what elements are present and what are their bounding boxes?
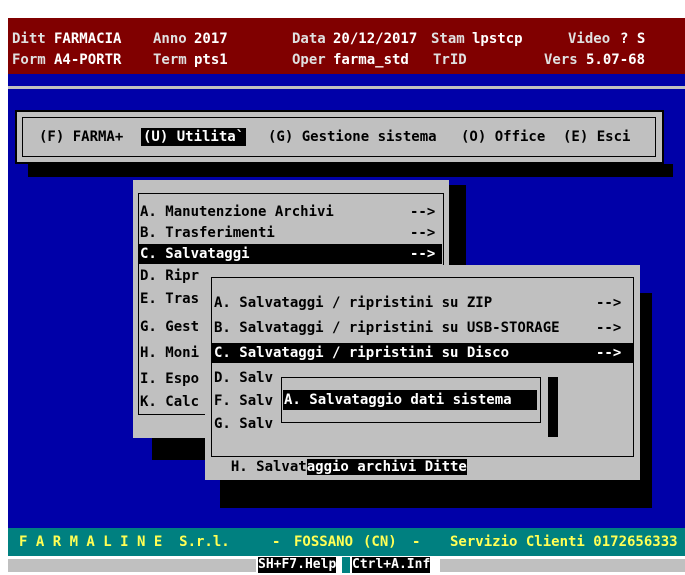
- term-value: pts1: [194, 52, 228, 68]
- submenu-shadow: [548, 377, 558, 437]
- menu-item-salvataggio-ditte[interactable]: H. Salvataggio archivi Ditte: [214, 440, 467, 476]
- submenu-arrow: -->: [596, 320, 622, 336]
- menubar-shadow: [28, 164, 673, 177]
- submenu-shadow: [152, 438, 212, 460]
- oper-value: farma_std: [333, 52, 409, 68]
- video-label: Video: [568, 31, 611, 47]
- menu-item-trasferimenti[interactable]: B. Trasferimenti: [140, 224, 275, 242]
- status-footer: F A R M A L I N E S.r.l. - FOSSANO (CN) …: [8, 528, 685, 556]
- menu-gestione-sistema[interactable]: (G) Gestione sistema: [268, 128, 437, 146]
- menu-item-salvataggi[interactable]: C. Salvataggi -->: [139, 244, 442, 264]
- footer-separator: -: [272, 534, 281, 550]
- menu-item-label-tail: aggio archivi Ditte: [306, 459, 467, 475]
- menu-farma[interactable]: (F) FARMA+: [39, 128, 123, 146]
- info-key[interactable]: Ctrl+A.Inf: [352, 557, 431, 573]
- form-value: A4-PORTR: [54, 52, 122, 68]
- data-label: Data: [292, 31, 326, 47]
- video-value: ? S: [620, 31, 646, 47]
- menu-item-manutenzione[interactable]: A. Manutenzione Archivi: [140, 203, 334, 221]
- trid-label: TrID: [433, 52, 467, 68]
- divider: [8, 86, 685, 89]
- footer-city: FOSSANO: [294, 534, 354, 550]
- help-bar-filler: [440, 559, 685, 572]
- submenu-arrow: -->: [596, 295, 622, 311]
- menu-item-label: C. Salvataggi: [140, 246, 250, 262]
- submenu-arrow: -->: [596, 345, 622, 361]
- term-label: Term: [153, 52, 187, 68]
- menu-item-label: C. Salvataggi / ripristini su Disco: [214, 345, 510, 361]
- help-bar-filler: [8, 559, 256, 572]
- menu-item-label: A. Salvataggio dati sistema: [284, 392, 512, 408]
- ditt-value: FARMACIA: [54, 31, 122, 47]
- menu-item-zip[interactable]: A. Salvataggi / ripristini su ZIP: [214, 294, 492, 312]
- stam-label: Stam: [431, 31, 465, 47]
- submenu-arrow: -->: [410, 204, 436, 220]
- main-menu-frame: (F) FARMA+ (U) Utilita` (G) Gestione sis…: [22, 117, 656, 157]
- menu-utilita[interactable]: (U) Utilita`: [141, 128, 247, 146]
- oper-label: Oper: [292, 52, 326, 68]
- submenu-arrow: -->: [410, 225, 436, 241]
- submenu-arrow: -->: [410, 246, 436, 262]
- menu-esci[interactable]: (E) Esci: [563, 128, 630, 146]
- anno-label: Anno: [153, 31, 187, 47]
- status-header: Ditt FARMACIA Anno 2017 Data 20/12/2017 …: [8, 18, 685, 74]
- menu-item-salvataggio-dati-sistema[interactable]: A. Salvataggio dati sistema: [283, 390, 537, 410]
- vers-value: 5.07-68: [586, 52, 646, 68]
- menu-item-ripristini[interactable]: D. Ripr: [140, 267, 199, 285]
- help-key[interactable]: SH+F7.Help: [258, 557, 337, 573]
- menu-item-salv-g[interactable]: G. Salv: [214, 415, 273, 433]
- menu-item-disco[interactable]: C. Salvataggi / ripristini su Disco -->: [212, 343, 633, 363]
- stam-value: lpstcp: [472, 31, 523, 47]
- anno-value: 2017: [194, 31, 228, 47]
- footer-province: (CN): [363, 534, 397, 550]
- ditt-label: Ditt: [12, 31, 46, 47]
- submenu-shadow: [449, 185, 466, 265]
- submenu-shadow: [640, 293, 652, 507]
- menu-office[interactable]: (O) Office: [461, 128, 545, 146]
- submenu-shadow: [220, 480, 652, 508]
- footer-separator: -: [412, 534, 421, 550]
- menu-item-trasmissioni[interactable]: E. Tras: [140, 290, 199, 308]
- menu-item-gestione[interactable]: G. Gest: [140, 318, 199, 336]
- company-name: F A R M A L I N E S.r.l.: [19, 534, 230, 550]
- menu-item-label: H. Salvat: [230, 459, 307, 475]
- menu-item-salv-f[interactable]: F. Salv: [214, 392, 273, 410]
- menu-item-usb-storage[interactable]: B. Salvataggi / ripristini su USB-STORAG…: [214, 319, 560, 337]
- key-divider: [342, 557, 350, 573]
- menu-item-esportazioni[interactable]: I. Espo: [140, 370, 199, 388]
- form-label: Form: [12, 52, 46, 68]
- data-value: 20/12/2017: [333, 31, 418, 47]
- menu-item-monitor[interactable]: H. Moni: [140, 344, 199, 362]
- help-bar: SH+F7.Help Ctrl+A.Inf: [8, 556, 685, 575]
- menu-item-salv-d[interactable]: D. Salv: [214, 369, 273, 387]
- vers-label: Vers: [544, 52, 578, 68]
- service-phone: Servizio Clienti 0172656333: [450, 534, 678, 550]
- menu-item-calcoli[interactable]: K. Calc: [140, 393, 199, 411]
